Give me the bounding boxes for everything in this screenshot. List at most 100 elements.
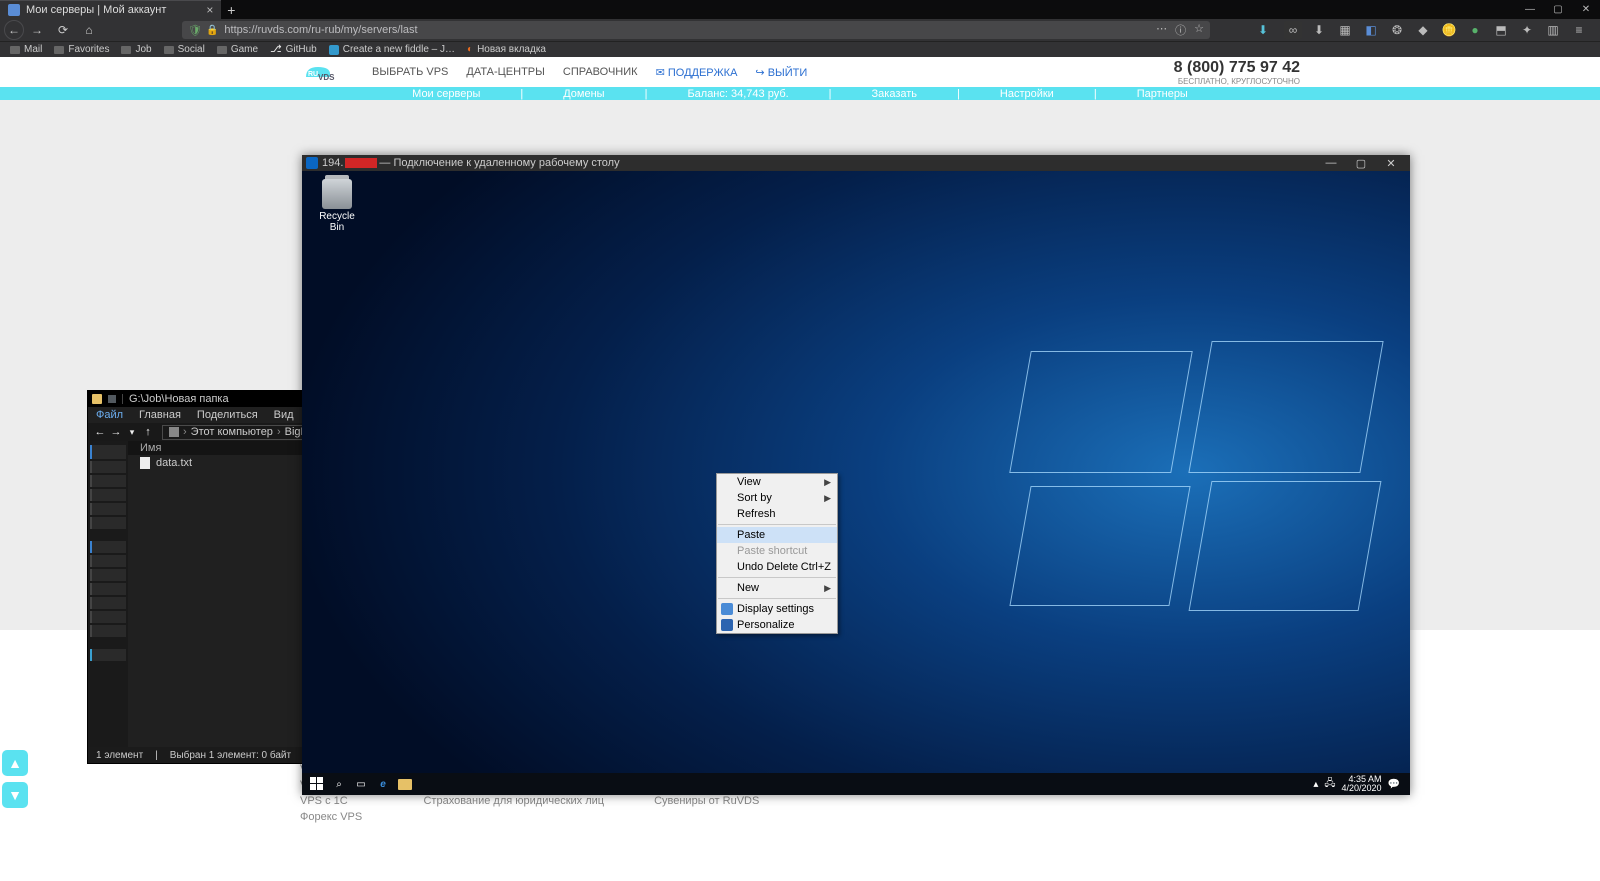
browser-tab-active[interactable]: Мои серверы | Мой аккаунт × (0, 0, 221, 19)
url-star-icon[interactable]: ☆ (1194, 22, 1204, 38)
ext-icon[interactable]: ✦ (1518, 21, 1536, 39)
ctx-item-sort[interactable]: Sort by▶ (717, 490, 837, 506)
ctx-item-paste-shortcut: Paste shortcut (717, 543, 837, 559)
ctx-item-refresh[interactable]: Refresh (717, 506, 837, 522)
ribbon-link[interactable]: Домены (563, 88, 604, 100)
ribbon-link[interactable]: Заказать (872, 88, 918, 100)
explorer-recent-button[interactable]: ▾ (124, 427, 140, 438)
ext-icon[interactable]: ∞ (1284, 21, 1302, 39)
ctx-item-undo[interactable]: Undo DeleteCtrl+Z (717, 559, 837, 575)
network-icon[interactable]: 🖧 (1324, 776, 1335, 793)
scroll-down-button[interactable]: ▼ (2, 782, 28, 808)
rdp-close-icon[interactable]: ✕ (1376, 157, 1406, 170)
explorer-up-button[interactable]: ↑ (140, 426, 156, 438)
url-more-icon[interactable]: ⋯ (1156, 22, 1167, 38)
phone-subtitle: БЕСПЛАТНО, КРУГЛОСУТОЧНО (1174, 77, 1300, 86)
scroll-up-button[interactable]: ▲ (2, 750, 28, 776)
start-button[interactable] (306, 773, 328, 795)
url-bar[interactable]: 🛡 🔒 https://ruvds.com/ru-rub/my/servers/… (182, 21, 1210, 39)
ctx-item-paste[interactable]: Paste (717, 527, 837, 543)
footer-link[interactable]: VPS с 1С (300, 795, 373, 807)
ctx-item-personalize[interactable]: Personalize (717, 617, 837, 633)
ext-icon[interactable]: ◧ (1362, 21, 1380, 39)
nav-link[interactable]: ВЫБРАТЬ VPS (372, 66, 448, 79)
recycle-bin-icon[interactable]: Recycle Bin (312, 179, 362, 233)
menu-icon[interactable]: ≡ (1570, 21, 1588, 39)
personalize-icon (721, 619, 733, 631)
bookmark-item[interactable]: Mail (6, 44, 46, 55)
ribbon-tab-view[interactable]: Вид (274, 409, 294, 421)
ext-icon[interactable]: ❂ (1388, 21, 1406, 39)
ctx-item-new[interactable]: New▶ (717, 580, 837, 596)
explorer-nav-pane[interactable] (88, 441, 128, 747)
ribbon-tab-share[interactable]: Поделиться (197, 409, 258, 421)
browser-titlebar: Мои серверы | Мой аккаунт × + — ▢ ✕ (0, 0, 1600, 19)
ie-icon[interactable]: e (372, 773, 394, 795)
new-tab-button[interactable]: + (221, 0, 241, 19)
ribbon-link[interactable]: Баланс: 34,743 руб. (687, 88, 788, 100)
explorer-forward-button[interactable]: → (108, 426, 124, 438)
bookmark-item[interactable]: Favorites (50, 44, 113, 55)
remote-desktop[interactable]: Recycle Bin View▶ Sort by▶ Refresh Paste… (302, 171, 1410, 773)
footer-link[interactable]: Форекс VPS (300, 811, 373, 823)
window-close-icon[interactable]: ✕ (1572, 0, 1600, 19)
taskview-icon[interactable]: ▭ (350, 773, 372, 795)
ext-icon[interactable]: ◆ (1414, 21, 1432, 39)
explorer-back-button[interactable]: ← (92, 426, 108, 438)
bookmark-item[interactable]: Job (117, 44, 155, 55)
ext-icon[interactable]: ● (1466, 21, 1484, 39)
tab-close-icon[interactable]: × (206, 3, 213, 17)
nav-link-logout[interactable]: ↪ ВЫЙТИ (755, 66, 807, 79)
ext-icon[interactable]: 🪙 (1440, 21, 1458, 39)
rdp-title-bar[interactable]: 194. — Подключение к удаленному рабочему… (302, 155, 1410, 171)
ctx-item-view[interactable]: View▶ (717, 474, 837, 490)
firefox-icon: ◐ (467, 44, 473, 55)
nav-home-button[interactable]: ⌂ (76, 20, 102, 40)
site-ribbon: Мои серверы| Домены| Баланс: 34,743 руб.… (0, 87, 1600, 100)
footer-link[interactable]: Страхование для юридических лиц (423, 795, 604, 807)
bookmark-item[interactable]: ◐Новая вкладка (463, 44, 550, 55)
nav-link-support[interactable]: ✉ ПОДДЕРЖКА (656, 66, 738, 79)
nav-back-button[interactable]: ← (4, 20, 24, 40)
bookmarks-bar: Mail Favorites Job Social Game ⎇GitHub C… (0, 41, 1600, 57)
file-explorer-icon[interactable] (394, 773, 416, 795)
explorer-window-title: G:\Job\Новая папка (129, 393, 229, 405)
ribbon-tab-home[interactable]: Главная (139, 409, 181, 421)
window-minimize-icon[interactable]: — (1516, 0, 1544, 19)
search-icon[interactable]: ⌕ (328, 773, 350, 795)
nav-link[interactable]: ДАТА-ЦЕНТРЫ (466, 66, 545, 79)
tray-clock[interactable]: 4:35 AM 4/20/2020 (1342, 775, 1382, 794)
rdp-minimize-icon[interactable]: — (1316, 157, 1346, 170)
file-icon (140, 457, 150, 469)
ctx-item-display[interactable]: Display settings (717, 601, 837, 617)
folder-icon (54, 46, 64, 54)
nav-link[interactable]: СПРАВОЧНИК (563, 66, 638, 79)
rdp-maximize-icon[interactable]: ▢ (1346, 157, 1376, 170)
bookmark-item[interactable]: Game (213, 44, 262, 55)
bookmark-item[interactable]: Create a new fiddle – J… (325, 44, 459, 55)
tray-icon[interactable]: ▴ (1313, 779, 1318, 790)
nav-quick[interactable] (90, 445, 126, 459)
library-icon[interactable]: ▥ (1544, 21, 1562, 39)
ribbon-link[interactable]: Мои серверы (412, 88, 480, 100)
downloads-icon[interactable]: ⬇ (1310, 21, 1328, 39)
nav-reload-button[interactable]: ⟳ (50, 20, 76, 40)
nav-thispc[interactable] (90, 541, 126, 553)
bookmark-item[interactable]: ⎇GitHub (266, 44, 321, 55)
nav-forward-button[interactable]: → (24, 20, 50, 40)
ribbon-link[interactable]: Партнеры (1137, 88, 1188, 100)
ribbon-link[interactable]: Настройки (1000, 88, 1054, 100)
bookmark-item[interactable]: Social (160, 44, 209, 55)
nav-network[interactable] (90, 649, 126, 661)
footer-link[interactable]: Сувениры от RuVDS (654, 795, 759, 807)
url-info-icon[interactable]: ⓘ (1175, 22, 1186, 38)
pocket-icon[interactable]: ⬇ (1250, 20, 1276, 40)
window-restore-icon[interactable]: ▢ (1544, 0, 1572, 19)
notifications-icon[interactable]: 💬 (1388, 779, 1400, 790)
site-logo[interactable]: VDSRU (300, 61, 352, 83)
ribbon-tab-file[interactable]: Файл (96, 409, 123, 421)
ext-icon[interactable]: ▦ (1336, 21, 1354, 39)
github-icon: ⎇ (270, 44, 282, 55)
folder-icon (164, 46, 174, 54)
ext-icon[interactable]: ⬒ (1492, 21, 1510, 39)
